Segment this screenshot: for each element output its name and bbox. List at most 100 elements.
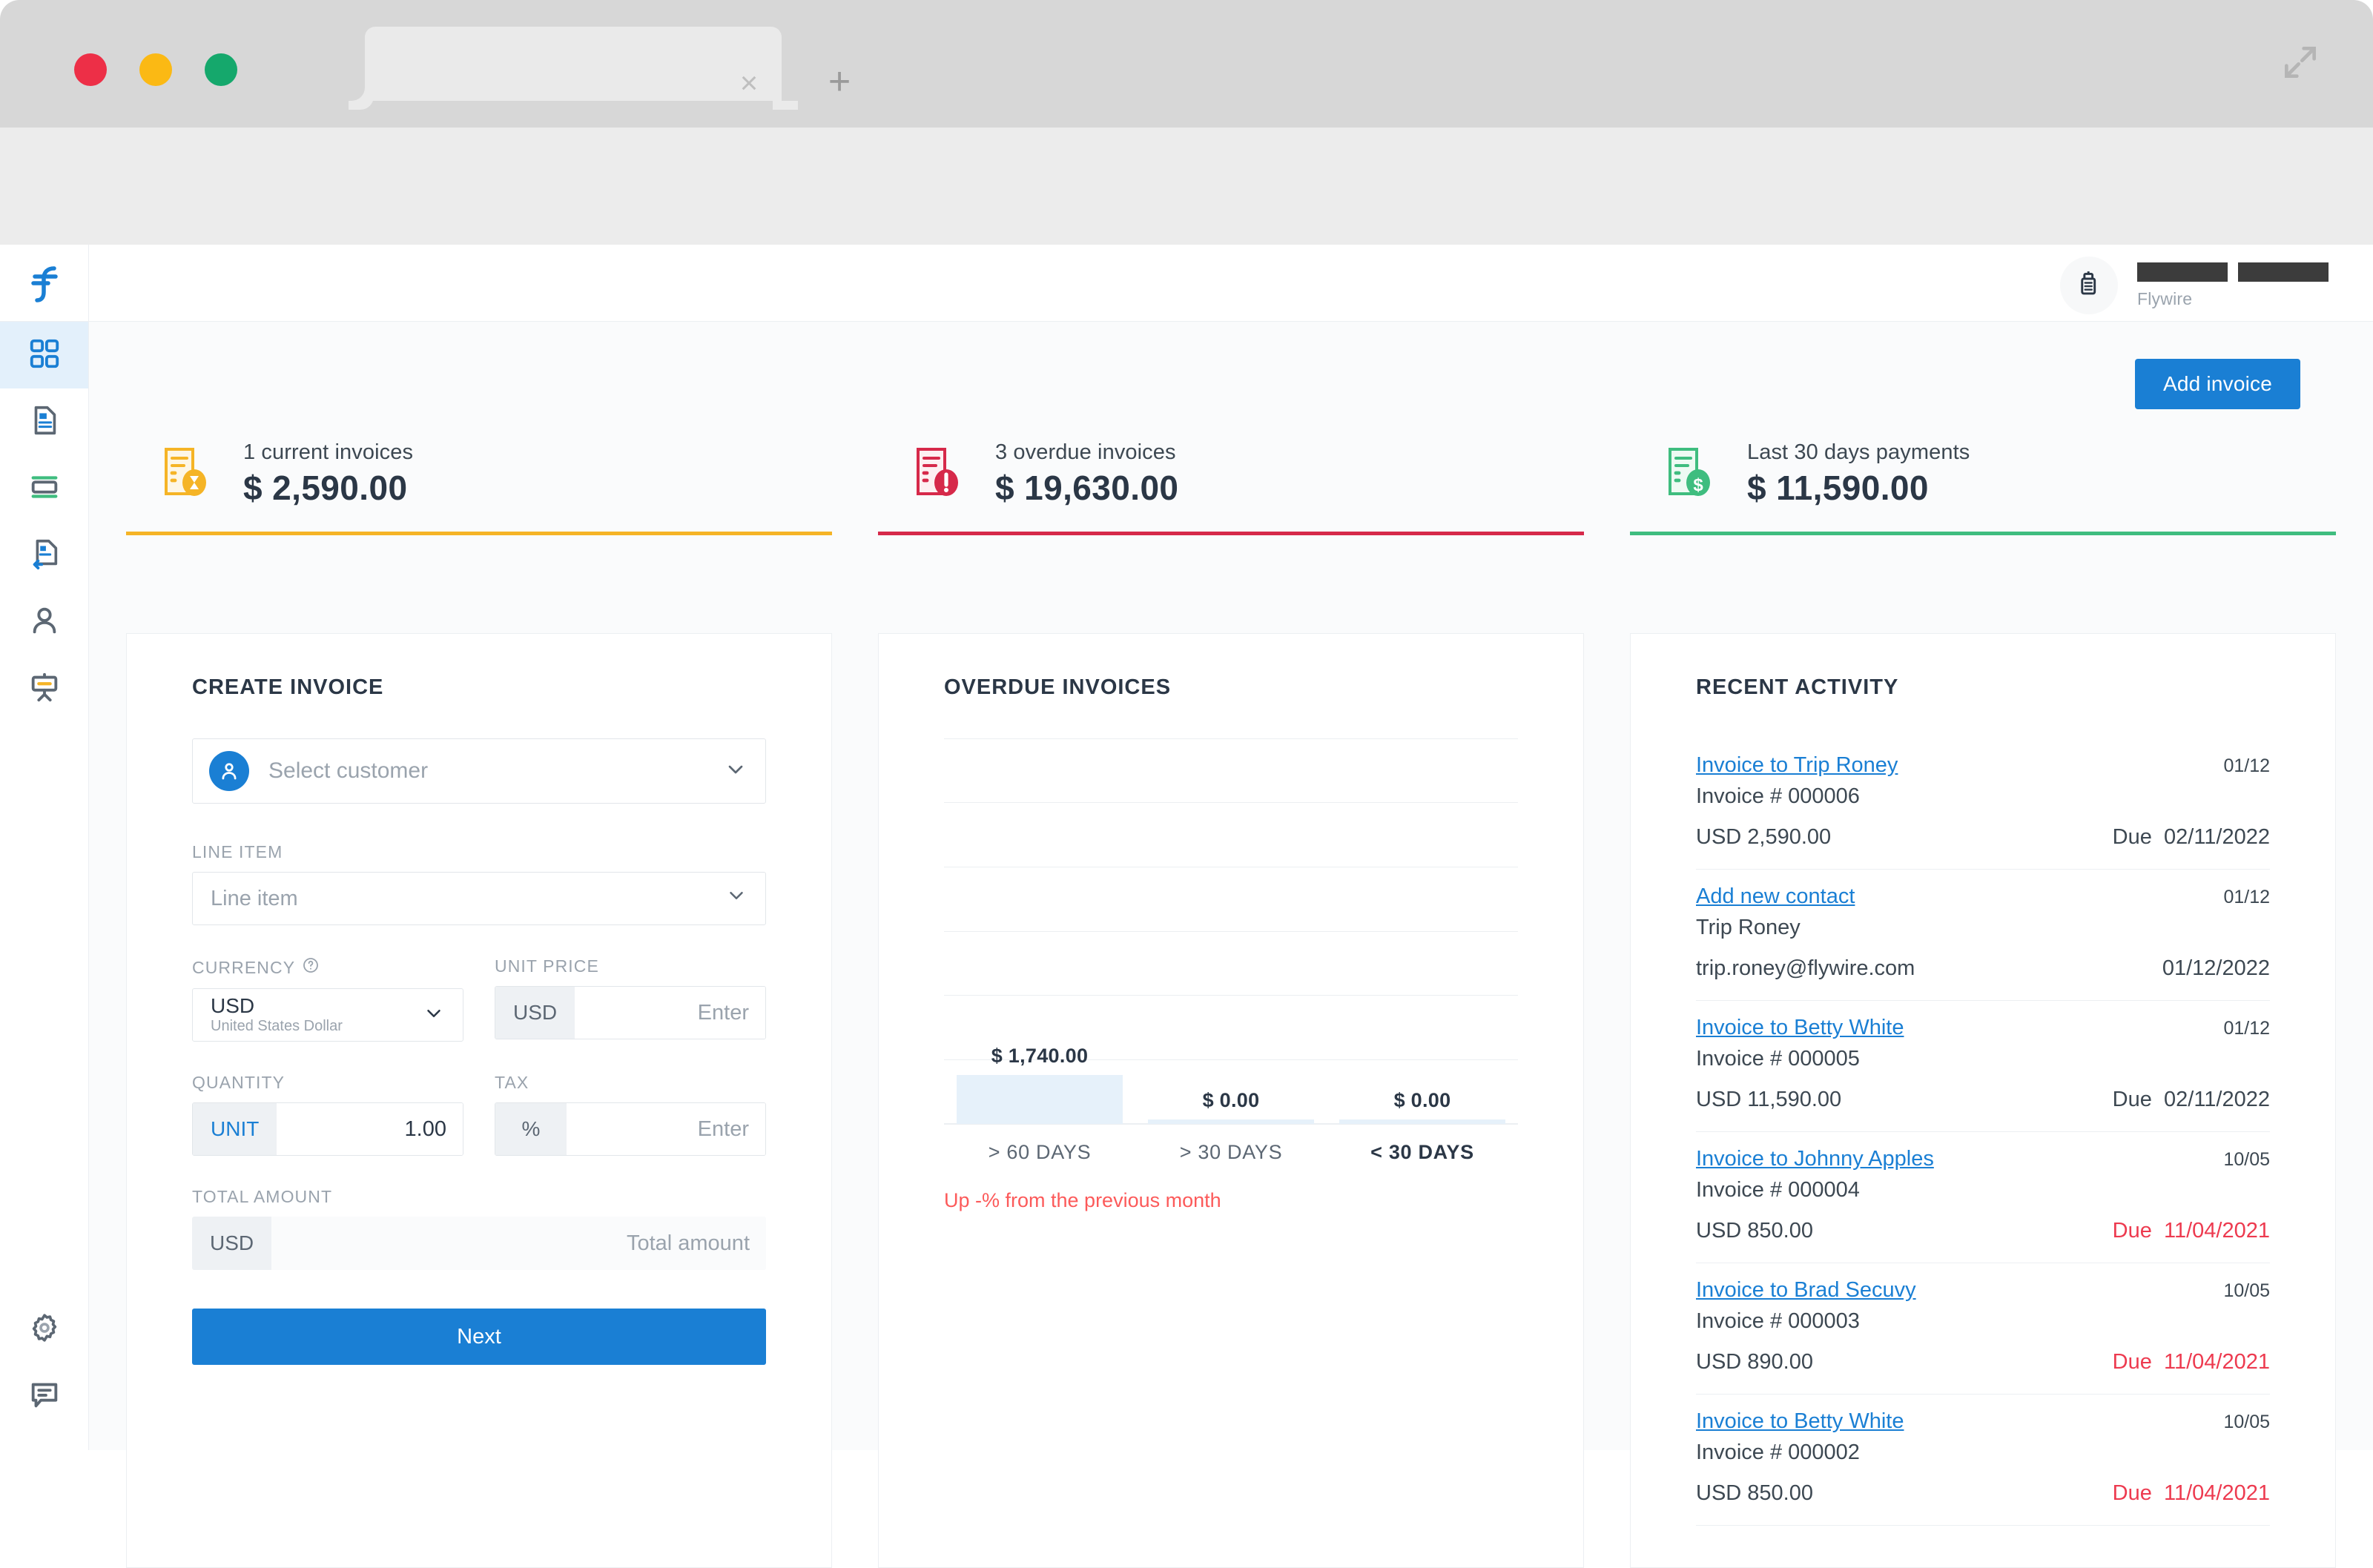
card-icon — [27, 470, 62, 508]
total-amount-label: TOTAL AMOUNT — [192, 1187, 333, 1206]
chart-x-axis: > 60 DAYS > 30 DAYS < 30 DAYS — [944, 1124, 1518, 1164]
sidebar — [0, 245, 89, 1450]
browser-chrome: × + — [0, 0, 2373, 128]
select-customer-placeholder: Select customer — [268, 758, 429, 783]
next-button[interactable]: Next — [192, 1309, 766, 1365]
bar — [956, 1075, 1123, 1124]
person-icon — [27, 603, 62, 641]
recent-activity-panel: RECENT ACTIVITY Invoice to Trip Roney 01… — [1630, 633, 2336, 1568]
currency-name: United States Dollar — [211, 1017, 343, 1034]
bar-value-label: $ 1,740.00 — [991, 1045, 1089, 1067]
close-window-button[interactable] — [74, 53, 107, 86]
chat-icon — [27, 1377, 62, 1415]
avatar — [2060, 257, 2118, 314]
topbar: Flywire — [89, 245, 2373, 322]
activity-subtitle: Invoice # 000004 — [1696, 1178, 1860, 1202]
list-item[interactable]: Invoice to Betty White 10/05 Invoice # 0… — [1696, 1395, 2270, 1526]
kpi-value: $ 19,630.00 — [995, 469, 1179, 507]
unit-price-input[interactable]: Enter — [575, 987, 765, 1039]
browser-tab[interactable] — [365, 27, 782, 101]
bar-value-label: $ 0.00 — [1202, 1089, 1260, 1111]
sidebar-item-refunds[interactable] — [0, 522, 88, 589]
tax-input[interactable]: Enter — [567, 1103, 765, 1155]
total-amount-value: Total amount — [271, 1217, 766, 1270]
list-item[interactable]: Invoice to Trip Roney 01/12 Invoice # 00… — [1696, 738, 2270, 870]
new-tab-icon[interactable]: + — [823, 62, 856, 101]
activity-due: Due 11/04/2021 — [2112, 1350, 2270, 1374]
tax-input-group[interactable]: % Enter — [495, 1102, 766, 1156]
sidebar-item-payments[interactable] — [0, 455, 88, 522]
overdue-bar-chart: $ 1,740.00 $ 0.00 $ 0.00 — [944, 738, 1518, 1124]
tax-field: TAX % Enter — [495, 1073, 766, 1156]
activity-link[interactable]: Add new contact — [1696, 884, 1855, 909]
person-icon — [209, 751, 249, 791]
quantity-unit-addon: UNIT — [193, 1103, 277, 1155]
activity-amount: trip.roney@flywire.com — [1696, 956, 1915, 980]
account-org: Flywire — [2137, 288, 2193, 308]
activity-link[interactable]: Invoice to Trip Roney — [1696, 753, 1898, 778]
unit-price-input-group[interactable]: USD Enter — [495, 986, 766, 1039]
panel-title: OVERDUE INVOICES — [944, 675, 1172, 699]
line-item-dropdown[interactable]: Line item — [192, 872, 766, 925]
account-menu[interactable]: Flywire — [2060, 257, 2329, 314]
x-tick-label: > 60 DAYS — [988, 1141, 1092, 1163]
help-circle-icon[interactable] — [302, 956, 320, 979]
x-tick-label: > 30 DAYS — [1179, 1141, 1283, 1163]
list-item[interactable]: Invoice to Johnny Apples 10/05 Invoice #… — [1696, 1132, 2270, 1263]
activity-link[interactable]: Invoice to Johnny Apples — [1696, 1147, 1934, 1171]
unit-price-currency-addon: USD — [495, 987, 575, 1039]
tax-percent-addon: % — [495, 1103, 567, 1155]
panel-title: CREATE INVOICE — [192, 675, 384, 699]
currency-dropdown[interactable]: USD United States Dollar — [192, 988, 463, 1042]
kpi-value: $ 11,590.00 — [1747, 469, 1929, 507]
bar — [1147, 1119, 1315, 1124]
chevron-down-icon — [725, 884, 747, 913]
currency-code: USD — [211, 994, 255, 1018]
sidebar-item-support[interactable] — [0, 1363, 89, 1429]
list-item[interactable]: Add new contact 01/12 Trip Roney trip.ro… — [1696, 870, 2270, 1001]
svg-text:$: $ — [1693, 475, 1703, 495]
sidebar-item-dashboard[interactable] — [0, 322, 88, 388]
bar — [1339, 1119, 1506, 1124]
activity-due: Due 11/04/2021 — [2112, 1481, 2270, 1505]
kpi-underline — [878, 532, 1584, 535]
line-item-label: LINE ITEM — [192, 842, 283, 861]
line-item-placeholder: Line item — [211, 886, 298, 910]
close-tab-icon[interactable]: × — [734, 67, 764, 99]
activity-link[interactable]: Invoice to Betty White — [1696, 1016, 1904, 1040]
list-item[interactable]: Invoice to Betty White 01/12 Invoice # 0… — [1696, 1001, 2270, 1132]
activity-date: 01/12 — [2223, 755, 2270, 776]
list-item[interactable]: Invoice to Brad Secuvy 10/05 Invoice # 0… — [1696, 1263, 2270, 1395]
activity-due: Due 02/11/2022 — [2112, 825, 2270, 849]
activity-link[interactable]: Invoice to Brad Secuvy — [1696, 1278, 1916, 1303]
activity-subtitle: Trip Roney — [1696, 916, 1801, 939]
flywire-logo[interactable] — [0, 245, 88, 322]
create-invoice-panel: CREATE INVOICE Select customer LINE ITEM… — [126, 633, 832, 1568]
activity-amount: USD 11,590.00 — [1696, 1088, 1842, 1111]
window-controls — [74, 53, 237, 86]
bar-value-label: $ 0.00 — [1393, 1089, 1451, 1111]
kpi-row: 1 current invoices $ 2,590.00 3 overdue … — [89, 440, 2373, 562]
select-customer-dropdown[interactable]: Select customer — [192, 738, 766, 804]
grid-icon — [27, 337, 62, 374]
sidebar-item-settings[interactable] — [0, 1296, 89, 1363]
activity-subtitle: Invoice # 000003 — [1696, 1309, 1860, 1333]
add-invoice-button[interactable]: Add invoice — [2135, 359, 2300, 409]
quantity-input[interactable]: 1.00 — [277, 1103, 463, 1155]
quantity-input-group[interactable]: UNIT 1.00 — [192, 1102, 463, 1156]
sidebar-item-contacts[interactable] — [0, 589, 88, 655]
sidebar-bottom — [0, 1296, 89, 1429]
activity-date: 10/05 — [2223, 1412, 2270, 1432]
expand-icon[interactable] — [2280, 42, 2321, 83]
main-content: Add invoice 1 current invoices $ 2,590.0… — [89, 322, 2373, 1568]
browser-toolbar — [0, 128, 2373, 347]
sidebar-item-invoices[interactable] — [0, 388, 88, 455]
currency-unitprice-row: CURRENCY USD United States Dollar UNIT P… — [192, 956, 766, 1042]
panel-title: RECENT ACTIVITY — [1696, 675, 1899, 699]
chart-footnote: Up -% from the previous month — [944, 1189, 1221, 1211]
activity-due: Due 02/11/2022 — [2112, 1088, 2270, 1111]
minimize-window-button[interactable] — [139, 53, 172, 86]
activity-link[interactable]: Invoice to Betty White — [1696, 1409, 1904, 1434]
sidebar-item-reports[interactable] — [0, 655, 88, 722]
maximize-window-button[interactable] — [205, 53, 237, 86]
